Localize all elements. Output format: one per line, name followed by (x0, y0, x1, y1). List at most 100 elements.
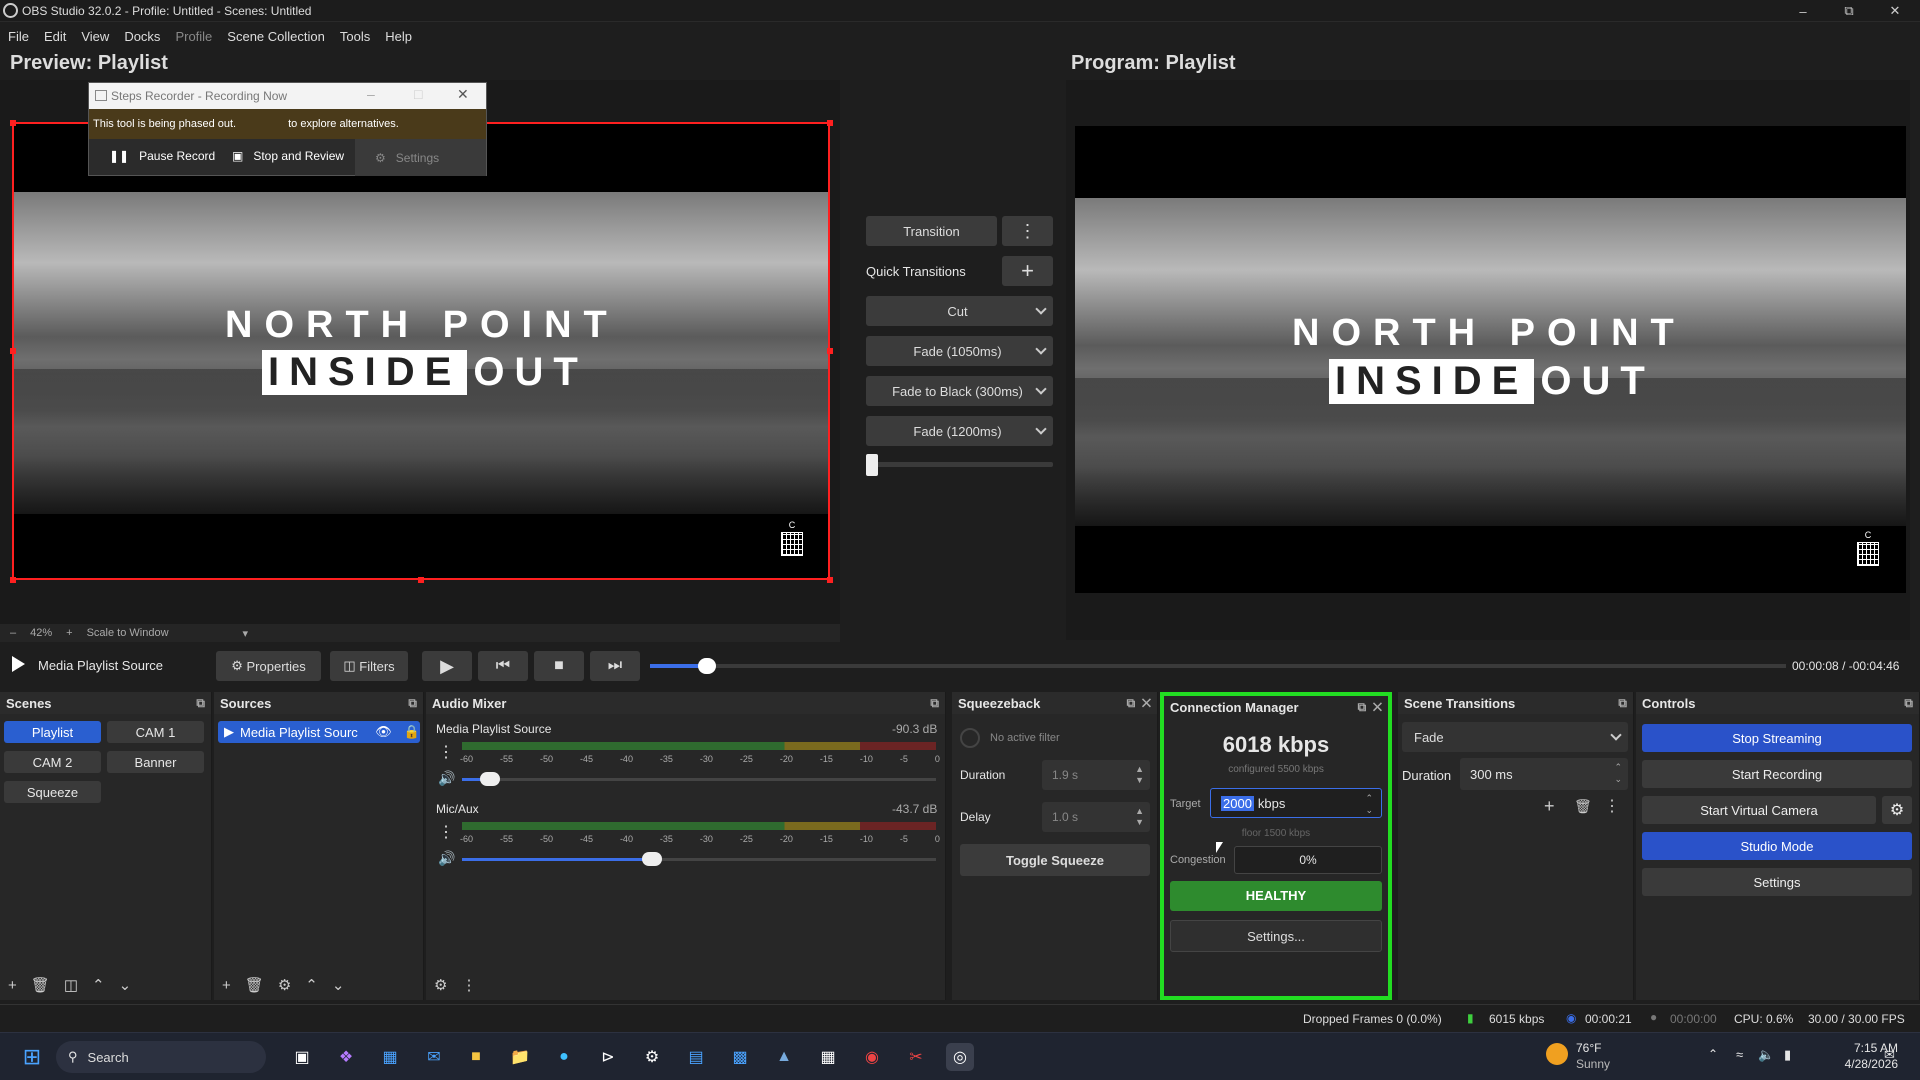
terminal-icon[interactable]: ⊳ (594, 1043, 622, 1071)
scene-cam2[interactable]: CAM 2 (4, 751, 101, 773)
properties-button[interactable]: ⚙ Properties (216, 651, 321, 681)
speaker-icon[interactable]: 🔊 (438, 770, 455, 787)
quick-transition-fade-black[interactable]: Fade to Black (300ms) (866, 376, 1053, 406)
resize-handle[interactable] (418, 577, 424, 583)
menu-scene-collection[interactable]: Scene Collection (227, 29, 325, 44)
tray-overflow-icon[interactable]: ⌃ (1708, 1047, 1718, 1061)
target-input[interactable]: 2000 kbps ⌃ ⌄ (1210, 788, 1382, 818)
menu-help[interactable]: Help (385, 29, 412, 44)
selection-box[interactable] (12, 122, 830, 580)
minimize-icon[interactable]: – (1780, 0, 1826, 22)
add-icon[interactable]: + (1002, 256, 1053, 286)
add-source-icon[interactable]: + (222, 977, 231, 994)
toggle-squeeze-button[interactable]: Toggle Squeeze (960, 844, 1150, 876)
remote-desktop-icon[interactable]: ▩ (726, 1043, 754, 1071)
duration-input[interactable]: 1.9 s ▲ ▼ (1042, 760, 1150, 790)
move-up-icon[interactable]: ⌃ (305, 976, 318, 994)
kebab-icon[interactable]: ⋮ (461, 976, 476, 994)
scene-cam1[interactable]: CAM 1 (107, 721, 204, 743)
volume-knob[interactable] (641, 852, 662, 866)
outlook-icon[interactable]: ✉ (420, 1043, 448, 1071)
scene-squeeze[interactable]: Squeeze (4, 781, 101, 803)
t-bar-track[interactable] (866, 462, 1053, 467)
stop-streaming-button[interactable]: Stop Streaming (1642, 724, 1912, 752)
transition-type-select[interactable]: Fade (1402, 722, 1628, 752)
play-icon[interactable] (12, 656, 25, 672)
trash-icon[interactable]: 🗑 (31, 976, 50, 994)
file-explorer-icon[interactable]: 📁 (506, 1043, 534, 1071)
start-virtual-camera-button[interactable]: Start Virtual Camera (1642, 796, 1876, 824)
volume-slider-2[interactable] (462, 858, 936, 861)
add-scene-icon[interactable]: + (8, 977, 17, 994)
restore-icon[interactable]: ⧉ (1826, 0, 1872, 22)
search-box[interactable]: ⚲ Search (56, 1041, 266, 1073)
stop-review-button[interactable]: ▣ Stop and Review (232, 149, 344, 163)
volume-icon[interactable]: 🔈 (1758, 1047, 1774, 1063)
zoom-out-icon[interactable]: – (10, 627, 16, 639)
edge-icon[interactable]: ● (550, 1043, 578, 1071)
scale-mode-select[interactable]: Scale to Window (87, 627, 169, 639)
next-button[interactable]: ⏭ (590, 651, 640, 681)
obs-taskbar-icon[interactable]: ◎ (946, 1043, 974, 1071)
resize-handle[interactable] (10, 348, 16, 354)
close-icon[interactable]: ✕ (1872, 0, 1918, 22)
move-down-icon[interactable]: ⌄ (119, 976, 132, 994)
menu-view[interactable]: View (81, 29, 109, 44)
lock-icon[interactable]: 🔒 (404, 724, 420, 740)
pause-record-button[interactable]: ❚❚ Pause Record (109, 149, 215, 163)
task-view-icon[interactable]: ▣ (288, 1043, 316, 1071)
studio-mode-button[interactable]: Studio Mode (1642, 832, 1912, 860)
control-panel-icon[interactable]: ▦ (814, 1043, 842, 1071)
volume-slider-1[interactable] (462, 778, 936, 781)
settings-app-icon[interactable]: ⚙ (638, 1043, 666, 1071)
volume-knob[interactable] (480, 772, 501, 786)
undock-close-icons[interactable]: ⧉ ✕ (1358, 700, 1382, 715)
gear-icon[interactable]: ⚙ (278, 976, 291, 994)
trash-icon[interactable]: 🗑 (245, 976, 264, 994)
notes-icon[interactable]: ■ (462, 1043, 490, 1071)
chrome-icon[interactable]: ◉ (858, 1043, 886, 1071)
add-transition-icon[interactable]: + (1544, 796, 1555, 817)
transition-duration-input[interactable]: 300 ms ⌃ ⌄ (1460, 758, 1628, 790)
copilot-icon[interactable]: ❖ (332, 1043, 360, 1071)
filters-button[interactable]: ◫ Filters (330, 651, 408, 681)
speaker-icon[interactable]: 🔊 (438, 850, 455, 867)
resize-handle[interactable] (827, 120, 833, 126)
undock-icon[interactable]: ⧉ (1904, 696, 1913, 711)
filter-icon[interactable]: ◫ (64, 976, 78, 994)
spin-arrows-icon[interactable]: ⌃ ⌄ (1614, 761, 1622, 785)
source-item[interactable]: ▶ Media Playlist Sourc 👁 🔒 (218, 721, 420, 743)
undock-icon[interactable]: ⧉ (408, 696, 417, 711)
undock-icon[interactable]: ⧉ (196, 696, 205, 711)
kebab-icon[interactable]: ⋮ (438, 822, 454, 842)
menu-tools[interactable]: Tools (340, 29, 370, 44)
previous-button[interactable]: ⏮ (478, 651, 528, 681)
notepad-icon[interactable]: ▤ (682, 1043, 710, 1071)
settings-button[interactable]: Settings (1642, 868, 1912, 896)
snipping-tool-icon[interactable]: ✂ (902, 1043, 930, 1071)
scene-playlist[interactable]: Playlist (4, 721, 101, 743)
resize-handle[interactable] (10, 577, 16, 583)
menu-docks[interactable]: Docks (124, 29, 160, 44)
menu-profile[interactable]: Profile (175, 29, 212, 44)
resize-handle[interactable] (10, 120, 16, 126)
seek-handle[interactable] (697, 658, 716, 674)
resize-handle[interactable] (827, 348, 833, 354)
photos-icon[interactable]: ▲ (770, 1043, 798, 1071)
transition-button[interactable]: Transition (866, 216, 997, 246)
store-icon[interactable]: ▦ (376, 1043, 404, 1071)
windows-start-icon[interactable]: ⊞ (18, 1043, 46, 1071)
close-icon[interactable]: ✕ (457, 86, 469, 103)
wifi-icon[interactable]: ≈ (1736, 1047, 1743, 1062)
move-up-icon[interactable]: ⌃ (92, 976, 105, 994)
chevron-down-icon[interactable]: ▾ (243, 627, 249, 640)
trash-icon[interactable]: 🗑 (1574, 798, 1592, 815)
undock-close-icons[interactable]: ⧉ ✕ (1127, 696, 1151, 711)
eye-icon[interactable]: 👁 (375, 724, 392, 740)
more-icon[interactable]: ⋮ (1002, 216, 1053, 246)
quick-transition-cut[interactable]: Cut (866, 296, 1053, 326)
zoom-in-icon[interactable]: + (66, 627, 72, 639)
menu-edit[interactable]: Edit (44, 29, 66, 44)
scene-banner[interactable]: Banner (107, 751, 204, 773)
settings-button[interactable]: ⚙ Settings (355, 139, 486, 176)
